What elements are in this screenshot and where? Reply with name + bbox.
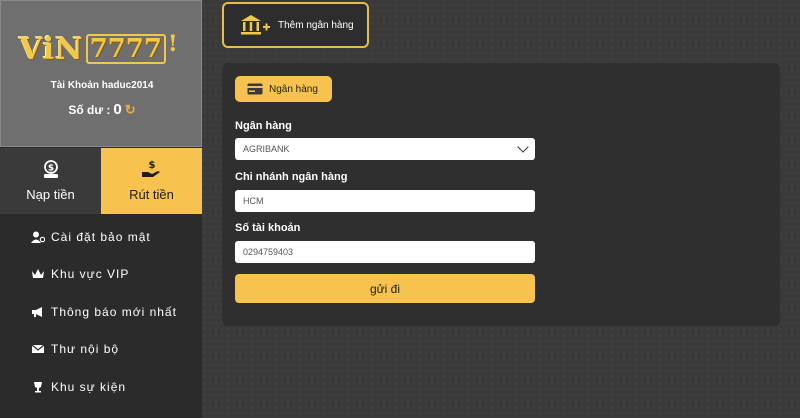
bank-select[interactable]: AGRIBANK — [235, 138, 535, 160]
branch-label: Chi nhánh ngân hàng — [235, 171, 348, 183]
tab-bank-label: Ngân hàng — [269, 83, 318, 95]
envelope-icon — [31, 343, 45, 355]
deposit-button[interactable]: $ Nạp tiền — [0, 148, 101, 214]
menu-label: Thông báo mới nhất — [51, 304, 177, 319]
account-number-label: Số tài khoản — [235, 222, 301, 234]
wallet-actions: $ Nạp tiền $ Rút tiền — [0, 148, 202, 214]
menu-item-inbox[interactable]: Thư nội bộ — [0, 331, 202, 369]
account-number-value: 0294759403 — [243, 247, 294, 257]
deposit-label: Nạp tiền — [26, 187, 75, 202]
add-bank-label: Thêm ngân hàng — [278, 19, 354, 31]
logo-mark: ! — [167, 31, 178, 57]
account-number-input[interactable]: 0294759403 — [235, 241, 535, 263]
tab-bank[interactable]: Ngân hàng — [235, 76, 332, 102]
menu-label: Cài đặt bảo mật — [51, 229, 151, 244]
logo-text: ViN — [19, 31, 84, 67]
profile-card: ViN 7777 ! Tài Khoản haduc2014 Số dư :0 ↻ — [0, 0, 202, 147]
svg-text:$: $ — [47, 164, 53, 174]
svg-text:$: $ — [148, 160, 155, 171]
add-bank-button[interactable]: Thêm ngân hàng — [222, 2, 369, 48]
withdraw-label: Rút tiền — [129, 187, 174, 202]
menu-label: Khu vực VIP — [51, 267, 130, 282]
menu-item-news[interactable]: Thông báo mới nhất — [0, 293, 202, 331]
withdraw-button[interactable]: $ Rút tiền — [101, 148, 202, 214]
balance-value: 0 — [113, 101, 122, 118]
crown-icon — [31, 268, 45, 280]
sidebar-menu: Cài đặt bảo mật Khu vực VIP Thông báo mớ… — [0, 218, 202, 406]
logo-number: 7777 — [85, 34, 166, 64]
balance: Số dư :0 ↻ — [1, 101, 203, 118]
submit-button[interactable]: gửi đi — [235, 274, 535, 303]
user-gear-icon — [31, 231, 45, 243]
bank-add-icon — [240, 14, 270, 36]
menu-item-vip[interactable]: Khu vực VIP — [0, 256, 202, 294]
hand-money-icon: $ — [101, 159, 202, 179]
bank-select-value: AGRIBANK — [243, 144, 290, 154]
card-icon — [247, 83, 263, 95]
bank-form-panel: Ngân hàng Ngân hàng AGRIBANK Chi nhánh n… — [222, 63, 780, 326]
logo: ViN 7777 ! — [19, 28, 189, 70]
menu-label: Khu sự kiện — [51, 379, 127, 394]
menu-label: Thư nội bộ — [51, 342, 120, 357]
money-bag-icon: $ — [0, 159, 101, 179]
menu-item-security[interactable]: Cài đặt bảo mật — [0, 218, 202, 256]
chevron-down-icon — [517, 141, 529, 153]
balance-label: Số dư : — [68, 103, 111, 117]
menu-item-events[interactable]: Khu sự kiện — [0, 368, 202, 406]
trophy-icon — [31, 381, 45, 393]
refresh-icon[interactable]: ↻ — [125, 102, 136, 118]
sidebar: ViN 7777 ! Tài Khoản haduc2014 Số dư :0 ↻… — [0, 0, 202, 418]
branch-value: HCM — [243, 196, 264, 206]
account-name: Tài Khoản haduc2014 — [50, 80, 154, 91]
bank-select-label: Ngân hàng — [235, 120, 292, 132]
megaphone-icon — [31, 306, 45, 318]
branch-input[interactable]: HCM — [235, 190, 535, 212]
